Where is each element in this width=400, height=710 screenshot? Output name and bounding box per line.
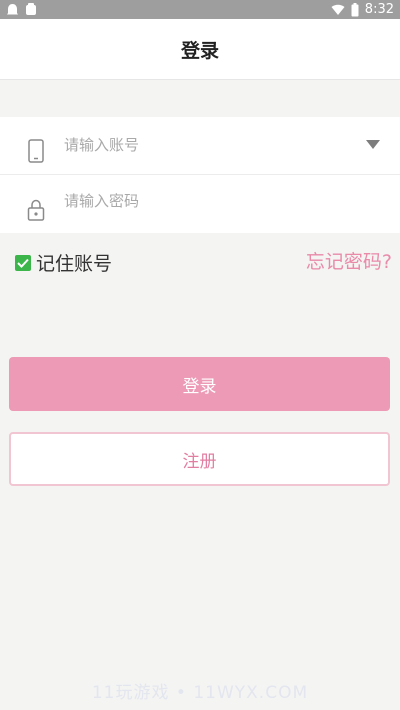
remember-label: 记住账号 <box>36 253 113 275</box>
remember-account-toggle[interactable]: 记住账号 <box>15 249 112 276</box>
app-bar: 登录 <box>0 19 400 80</box>
watermark: 11玩游戏 • 11WYX.COM <box>91 683 309 703</box>
password-input[interactable] <box>64 187 344 215</box>
app-icon <box>25 3 37 16</box>
login-options: 记住账号 忘记密码? <box>0 244 400 276</box>
status-time: 8:32 <box>364 2 394 17</box>
password-row <box>0 175 400 233</box>
wifi-icon <box>331 4 345 16</box>
battery-icon <box>351 2 359 17</box>
account-row <box>0 117 400 175</box>
phone-icon <box>27 139 45 163</box>
register-button[interactable]: 注册 <box>9 432 390 486</box>
page-title: 登录 <box>180 39 219 62</box>
dropdown-arrow-icon[interactable] <box>366 140 380 150</box>
remember-checkbox[interactable] <box>15 254 31 271</box>
login-button[interactable]: 登录 <box>9 357 390 411</box>
login-form <box>0 117 400 233</box>
status-bar: 8:32 <box>0 0 400 19</box>
account-input[interactable] <box>64 131 344 159</box>
status-left-icons <box>6 2 37 17</box>
lock-icon <box>27 199 45 221</box>
status-right-icons: 8:32 <box>331 1 394 18</box>
forgot-password-link[interactable]: 忘记密码? <box>306 247 392 274</box>
notification-icon <box>6 3 19 16</box>
